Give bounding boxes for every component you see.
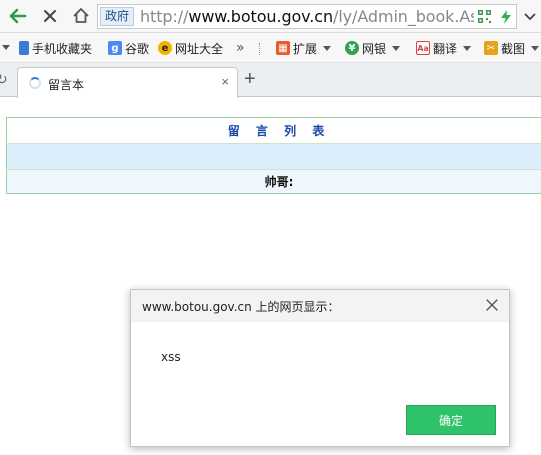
bookmark-label: 网银	[362, 41, 387, 56]
bookmark-extensions[interactable]: ▦ 扩展	[276, 39, 332, 57]
bookmark-label: 谷歌	[125, 41, 150, 56]
tab-title: 留言本	[48, 78, 85, 92]
close-icon[interactable]	[484, 297, 500, 313]
bookmark-url-directory[interactable]: e 网址大全	[158, 39, 223, 57]
tab-guestbook[interactable]: 留言本 ×	[17, 67, 238, 98]
screenshot-caret-icon	[531, 45, 540, 51]
qr-code-icon[interactable]	[477, 9, 492, 24]
poster-name: 帅哥:	[6, 169, 541, 194]
bookmarks-overflow-button[interactable]: »	[236, 39, 245, 57]
home-button[interactable]	[69, 4, 93, 28]
url-nav-icon: e	[158, 41, 172, 55]
tab-history-icon[interactable]: ↻	[0, 71, 8, 88]
message-list-table: 留 言 列 表 帅哥:	[6, 117, 541, 194]
bookmark-translate[interactable]: Aa 翻译	[416, 39, 472, 57]
stop-x-icon	[44, 10, 56, 22]
url-domain: www.botou.gov.cn	[188, 7, 334, 26]
back-button[interactable]	[6, 4, 30, 28]
table-row	[6, 143, 541, 170]
bookmarks-menu-caret-icon[interactable]	[2, 45, 10, 50]
tab-close-icon[interactable]: ×	[221, 75, 229, 89]
bookmark-online-bank[interactable]: ¥ 网银	[345, 39, 401, 57]
dialog-title: www.botou.gov.cn 上的网页显示：	[142, 300, 340, 314]
bookmark-separator	[259, 43, 261, 55]
alert-dialog: www.botou.gov.cn 上的网页显示： xss 确定	[130, 289, 510, 447]
bank-shield-icon: ¥	[345, 41, 359, 55]
extensions-caret-icon	[323, 45, 332, 51]
dialog-message: xss	[161, 350, 181, 364]
phone-icon	[19, 41, 29, 55]
message-list-title: 留 言 列 表	[6, 117, 541, 144]
lightning-icon[interactable]	[499, 9, 513, 25]
bookmark-label: 截图	[501, 41, 526, 56]
dialog-header: www.botou.gov.cn 上的网页显示：	[131, 290, 509, 322]
more-chevron-icon: »	[236, 40, 245, 56]
url-path: /ly/Admin_book.Asp	[333, 7, 489, 26]
ok-button[interactable]: 确定	[406, 405, 496, 435]
url-text[interactable]: http://www.botou.gov.cn/ly/Admin_book.As…	[140, 6, 489, 27]
bookmarks-bar: 手机收藏夹 g 谷歌 e 网址大全 » ▦ 扩展 ¥ 网银 Aa 翻译 ✂ 截图	[0, 33, 541, 63]
gov-site-badge: 政府	[100, 7, 135, 26]
empty-cell	[6, 143, 541, 170]
bookmark-label: 扩展	[293, 41, 318, 56]
bookmark-screenshot[interactable]: ✂ 截图	[484, 39, 540, 57]
loading-spinner-icon	[29, 77, 41, 89]
back-arrow-icon	[9, 8, 27, 24]
bookmark-label: 翻译	[433, 41, 458, 56]
bank-caret-icon	[392, 45, 401, 51]
table-header-row: 留 言 列 表	[6, 117, 541, 144]
screenshot-icon: ✂	[484, 41, 498, 55]
url-dropdown-button[interactable]	[519, 4, 541, 29]
bookmark-google[interactable]: g 谷歌	[108, 39, 149, 57]
bookmark-label: 手机收藏夹	[32, 41, 93, 56]
url-field[interactable]: 政府 http://www.botou.gov.cn/ly/Admin_book…	[97, 4, 517, 29]
extension-icon: ▦	[276, 41, 290, 55]
bookmark-label: 网址大全	[175, 41, 224, 56]
bookmark-mobile-favorites[interactable]: 手机收藏夹	[19, 39, 92, 57]
translate-icon: Aa	[416, 41, 430, 55]
table-row: 帅哥:	[6, 169, 541, 194]
translate-caret-icon	[463, 45, 472, 51]
stop-button[interactable]	[38, 4, 62, 28]
home-icon	[73, 8, 89, 23]
chevron-down-icon	[524, 12, 536, 20]
url-scheme: http://	[140, 7, 189, 26]
new-tab-button[interactable]: +	[244, 69, 256, 89]
address-toolbar: 政府 http://www.botou.gov.cn/ly/Admin_book…	[0, 0, 541, 33]
tab-strip: ↻ 留言本 × +	[0, 63, 541, 98]
url-icons-group	[474, 5, 516, 28]
google-g-icon: g	[108, 41, 122, 55]
